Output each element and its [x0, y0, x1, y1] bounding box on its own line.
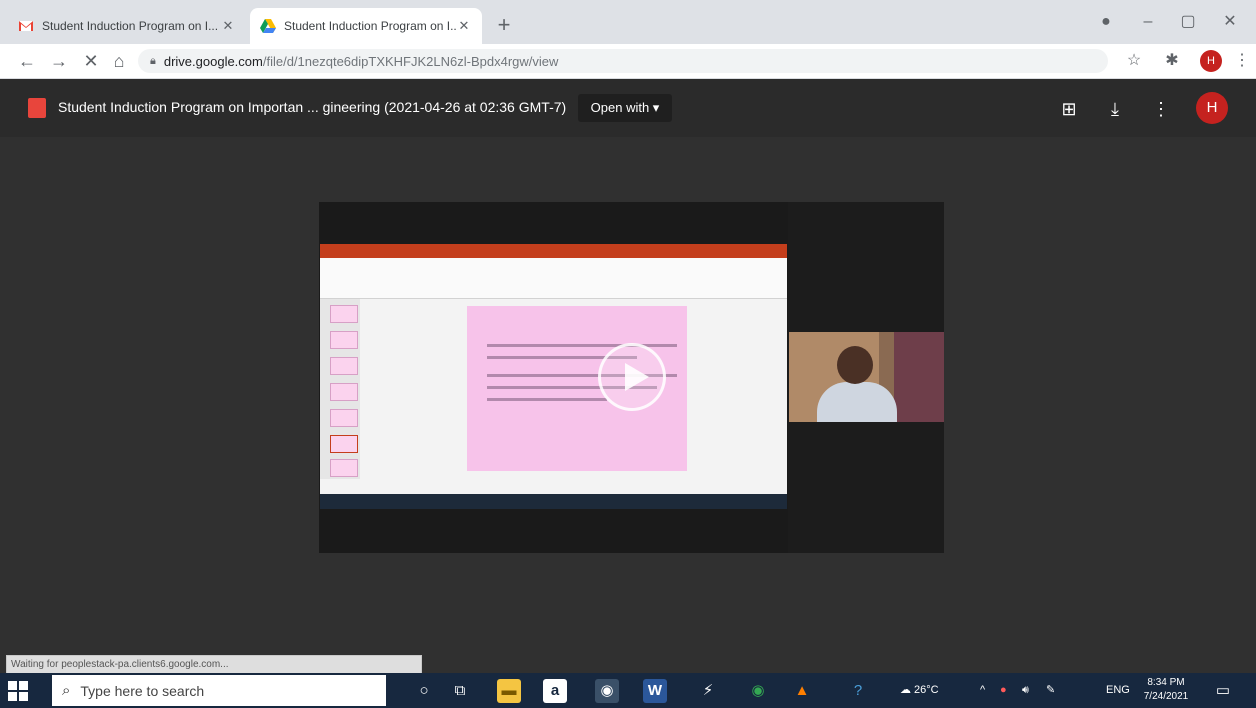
slide-thumbnail — [330, 357, 358, 375]
slide-thumbnail — [330, 331, 358, 349]
vlc-icon[interactable]: ▲ — [790, 679, 814, 703]
url-host: drive.google.com — [163, 53, 263, 69]
speaker-body — [817, 382, 897, 422]
google-drive-icon — [260, 19, 276, 33]
extensions-puzzle-icon[interactable]: ✱ — [1160, 49, 1184, 73]
show-hidden-icons-icon[interactable]: ^ — [980, 682, 985, 698]
address-bar[interactable]: 🔒︎ drive.google.com /file/d/1nezqte6dipT… — [138, 49, 1108, 73]
close-window-button[interactable]: ✕ — [1212, 6, 1248, 38]
stop-loading-icon[interactable]: ✕ — [78, 48, 104, 74]
weather-icon[interactable]: ☁ — [900, 682, 911, 698]
status-bubble: Waiting for peoplestack-pa.clients6.goog… — [6, 655, 422, 675]
slide-thumbnail — [330, 459, 358, 477]
browser-toolbar: ← → ✕ ⌂ 🔒︎ drive.google.com /file/d/1nez… — [0, 44, 1256, 79]
lock-icon: 🔒︎ — [150, 54, 156, 67]
gmail-icon — [19, 21, 33, 31]
forward-arrow-icon[interactable]: → — [46, 48, 72, 74]
word-icon[interactable]: W — [643, 679, 667, 703]
close-tab-icon[interactable]: ✕ — [456, 18, 472, 34]
volume-icon[interactable]: 🔊︎ — [1022, 682, 1029, 698]
add-comment-icon[interactable]: ⊞ — [1056, 96, 1082, 122]
maximize-button[interactable]: ▢ — [1170, 6, 1206, 38]
slide-text-line — [487, 398, 607, 401]
camera-curtain — [894, 332, 944, 422]
chrome-taskbar-icon[interactable]: ◉ — [595, 679, 619, 703]
help-icon[interactable]: ? — [846, 679, 870, 703]
back-arrow-icon[interactable]: ← — [14, 48, 40, 74]
clock-time: 8:34 PM — [1147, 677, 1185, 688]
chrome-icon[interactable]: ◉ — [746, 679, 770, 703]
windows-start-icon[interactable] — [8, 681, 28, 701]
slide-thumbnail-selected — [330, 435, 358, 453]
open-with-button[interactable]: Open with ▾ — [578, 94, 672, 122]
input-language[interactable]: ENG — [1106, 682, 1130, 698]
menu-kebab-icon[interactable]: ⋮ — [1230, 49, 1254, 73]
notifications-icon[interactable]: ▭ — [1212, 680, 1234, 702]
app-tray-icon[interactable]: ● — [1000, 682, 1007, 698]
new-tab-button[interactable]: + — [490, 12, 518, 40]
extensions-record-icon[interactable]: ● — [1088, 6, 1124, 38]
cortana-icon[interactable]: ○ — [412, 679, 436, 703]
home-icon[interactable]: ⌂ — [106, 48, 132, 74]
presentation-screenshare — [320, 244, 787, 509]
download-icon[interactable]: ⤓ — [1102, 96, 1128, 122]
close-tab-icon[interactable]: ✕ — [220, 18, 236, 34]
pen-icon[interactable]: ✎ — [1046, 682, 1055, 698]
taskbar-search[interactable]: ⌕ Type here to search — [52, 675, 386, 706]
tab-drive[interactable]: Student Induction Program on I... ✕ — [250, 8, 482, 44]
tab-title: Student Induction Program on I... — [42, 19, 219, 33]
bookmark-star-icon[interactable]: ☆ — [1122, 49, 1146, 73]
play-button-icon[interactable] — [598, 343, 666, 411]
shared-windows-taskbar — [320, 494, 787, 509]
ppt-ribbon — [320, 258, 787, 299]
minimize-button[interactable]: – — [1130, 6, 1166, 38]
file-title: Student Induction Program on Importan ..… — [58, 99, 567, 115]
taskbar-clock[interactable]: 8:34 PM 7/24/2021 — [1136, 676, 1196, 704]
clock-date: 7/24/2021 — [1143, 691, 1189, 702]
speaker-camera-feed — [789, 332, 944, 422]
search-icon: ⌕ — [62, 682, 71, 699]
ppt-titlebar — [320, 244, 787, 258]
slide-thumbnail — [330, 383, 358, 401]
slide-thumbnail — [330, 305, 358, 323]
task-view-icon[interactable]: ⧉ — [448, 679, 472, 703]
search-placeholder: Type here to search — [80, 682, 205, 699]
slide-thumbnail — [330, 409, 358, 427]
file-explorer-icon[interactable]: ▬ — [497, 679, 521, 703]
app-bolt-icon[interactable]: ⚡︎ — [696, 679, 720, 703]
tab-title: Student Induction Program on I... — [284, 19, 456, 33]
tab-gmail[interactable]: Student Induction Program on I... ✕ — [8, 8, 246, 44]
amazon-icon[interactable]: a — [543, 679, 567, 703]
speaker-head — [837, 346, 873, 384]
more-options-icon[interactable]: ⋮ — [1148, 96, 1174, 122]
weather-temperature[interactable]: 26°C — [914, 682, 939, 698]
profile-avatar[interactable]: H — [1200, 50, 1222, 72]
slides-file-icon — [28, 98, 46, 118]
slide-thumbnails — [320, 299, 360, 479]
account-avatar[interactable]: H — [1196, 92, 1228, 124]
url-path: /file/d/1nezqte6dipTXKHFJK2LN6zl-Bpdx4rg… — [262, 53, 559, 69]
